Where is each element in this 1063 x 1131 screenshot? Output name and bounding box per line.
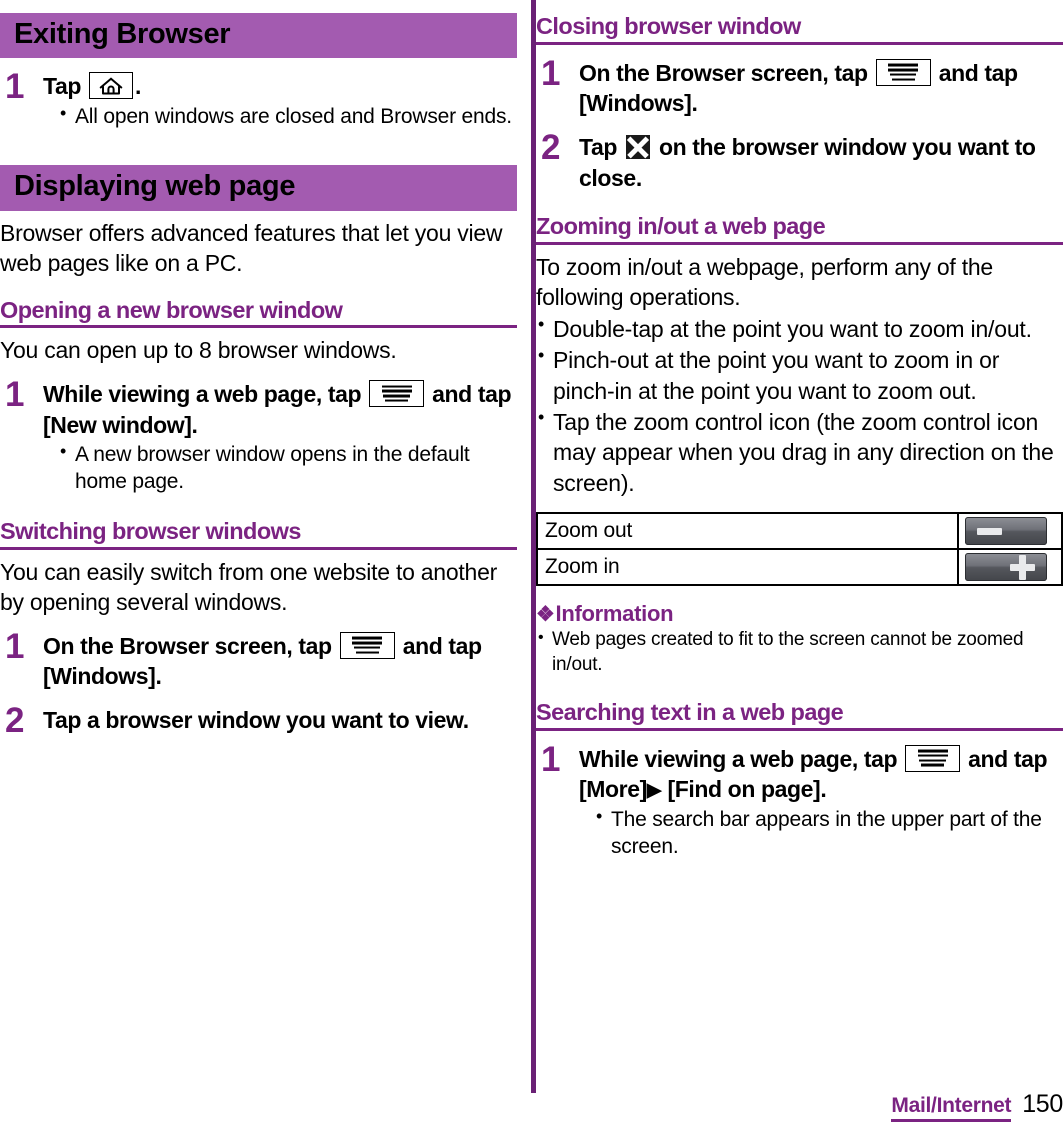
section-banner-exiting-browser: Exiting Browser [0, 13, 517, 59]
step-number: 2 [5, 700, 25, 740]
page-footer: Mail/Internet 150 [891, 1090, 1063, 1122]
step-search-text: 1 While viewing a web page, tap and tap … [536, 739, 1063, 861]
table-row: Zoom in [536, 548, 1063, 587]
step-content: While viewing a web page, tap and tap [M… [579, 744, 1063, 861]
table-cell-label: Zoom in [536, 548, 959, 587]
step-open-new-window: 1 While viewing a web page, tap and tap … [0, 375, 517, 496]
step-close-2: 2 Tap on the browser window you want to … [536, 127, 1063, 193]
step-bullet-list: All open windows are closed and Browser … [58, 102, 517, 130]
step-title-prefix: On the Browser screen, tap [579, 59, 868, 86]
paragraph-switch-windows: You can easily switch from one website t… [0, 558, 498, 616]
information-heading: ❖Information [536, 601, 1063, 627]
step-title-text: While viewing a web page, tap and tap [N… [43, 379, 517, 440]
footer-chapter-label: Mail/Internet [891, 1094, 1011, 1122]
step-number: 1 [541, 53, 561, 93]
list-item: All open windows are closed and Browser … [58, 102, 517, 130]
menu-key-icon [875, 58, 931, 86]
step-title-text: On the Browser screen, tap and tap [Wind… [579, 58, 1063, 119]
table-row: Zoom out [536, 512, 1063, 551]
subheading-searching-text: Searching text in a web page [536, 699, 1063, 731]
zoom-control-table: Zoom out Zoom in [536, 512, 1063, 587]
step-title-suffix: [Find on page]. [667, 776, 827, 803]
step-title-prefix: On the Browser screen, tap [43, 632, 332, 659]
manual-page: Exiting Browser 1 Tap . All open windows… [0, 0, 1063, 1131]
step-title-text: Tap . [43, 71, 517, 102]
menu-key-icon [905, 744, 961, 772]
zoom-out-button-icon [965, 517, 1047, 546]
step-switch-1: 1 On the Browser screen, tap and tap [Wi… [0, 626, 517, 692]
table-cell-label: Zoom out [536, 512, 959, 551]
step-exit-browser: 1 Tap . All open windows are closed and … [0, 67, 517, 130]
left-column: Exiting Browser 1 Tap . All open windows… [0, 0, 531, 1131]
information-heading-label: Information [555, 601, 674, 627]
table-cell-icon [957, 548, 1063, 587]
list-item: A new browser window opens in the defaul… [58, 440, 517, 496]
step-content: While viewing a web page, tap and tap [N… [43, 379, 517, 496]
list-item: Web pages created to fit to the screen c… [536, 628, 1063, 677]
information-bullet-list: Web pages created to fit to the screen c… [536, 628, 1063, 677]
paragraph-open-windows: You can open up to 8 browser windows. [0, 337, 397, 364]
list-item: Tap the zoom control icon (the zoom cont… [536, 406, 1063, 498]
step-content: On the Browser screen, tap and tap [Wind… [43, 631, 517, 692]
step-title-text: On the Browser screen, tap and tap [Wind… [43, 631, 517, 692]
step-title-prefix: While viewing a web page, tap [43, 381, 362, 408]
step-content: Tap a browser window you want to view. [43, 705, 517, 736]
menu-key-icon [339, 631, 395, 659]
step-title-text: Tap on the browser window you want to cl… [579, 132, 1063, 193]
close-window-icon [625, 134, 650, 159]
home-key-icon [88, 72, 133, 100]
subheading-zooming-in-out: Zooming in/out a web page [536, 213, 1063, 245]
step-content: Tap . All open windows are closed and Br… [43, 71, 517, 130]
section-banner-displaying-web-page: Displaying web page [0, 165, 517, 211]
step-number: 1 [541, 739, 561, 779]
subheading-switching-browser-windows: Switching browser windows [0, 518, 517, 550]
menu-key-icon [369, 380, 425, 408]
intro-paragraph: Browser offers advanced features that le… [0, 219, 503, 277]
step-number: 2 [541, 127, 561, 167]
table-cell-icon [957, 512, 1063, 551]
subheading-opening-new-browser-window: Opening a new browser window [0, 297, 517, 329]
step-title-text: Tap a browser window you want to view. [43, 706, 469, 733]
step-title-text: While viewing a web page, tap and tap [M… [579, 744, 1063, 805]
zoom-method-list: Double-tap at the point you want to zoom… [536, 313, 1063, 498]
arrow-right-icon: ▶ [646, 780, 662, 802]
footer-page-number: 150 [1022, 1090, 1063, 1118]
step-number: 1 [5, 67, 25, 107]
step-content: Tap on the browser window you want to cl… [579, 132, 1063, 193]
paragraph-zoom-intro: To zoom in/out a webpage, perform any of… [536, 253, 993, 311]
subheading-closing-browser-window: Closing browser window [536, 13, 1063, 45]
step-bullet-list: A new browser window opens in the defaul… [58, 440, 517, 496]
step-bullet-list: The search bar appears in the upper part… [594, 805, 1063, 861]
right-column: Closing browser window 1 On the Browser … [536, 0, 1063, 1131]
list-item: Double-tap at the point you want to zoom… [536, 313, 1063, 344]
information-marker-icon: ❖ [536, 603, 555, 627]
step-title-prefix: While viewing a web page, tap [579, 745, 898, 772]
step-title-prefix: Tap [579, 133, 617, 160]
step-number: 1 [5, 626, 25, 666]
step-close-1: 1 On the Browser screen, tap and tap [Wi… [536, 53, 1063, 119]
step-title-suffix: . [134, 73, 141, 100]
list-item: Pinch-out at the point you want to zoom … [536, 344, 1063, 406]
step-content: On the Browser screen, tap and tap [Wind… [579, 58, 1063, 119]
list-item: The search bar appears in the upper part… [594, 805, 1063, 861]
step-switch-2: 2 Tap a browser window you want to view. [0, 700, 517, 740]
zoom-in-button-icon [965, 553, 1047, 582]
step-title-prefix: Tap [43, 73, 81, 100]
step-number: 1 [5, 375, 25, 415]
